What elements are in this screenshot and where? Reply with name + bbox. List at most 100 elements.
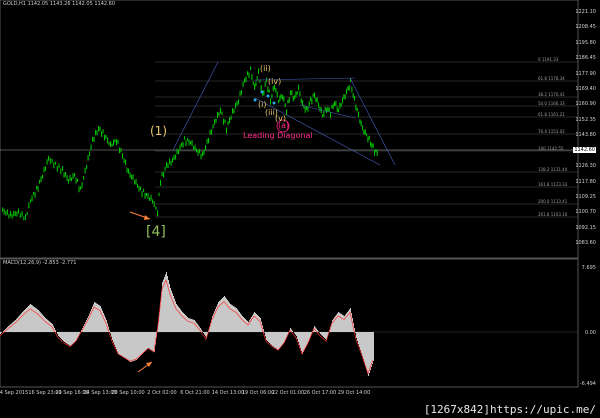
- macd-bar: [264, 332, 265, 333]
- candle: [181, 142, 183, 147]
- candle: [144, 192, 146, 199]
- macd-bar: [0, 332, 1, 334]
- macd-bar: [318, 331, 319, 332]
- macd-bar: [183, 313, 184, 332]
- candle: [230, 115, 232, 120]
- macd-bar: [118, 332, 119, 354]
- macd-bar: [257, 315, 258, 332]
- candle: [343, 94, 345, 99]
- macd-bar: [343, 315, 344, 332]
- candle: [279, 95, 281, 102]
- macd-bar: [114, 332, 115, 345]
- candle: [258, 68, 260, 74]
- candle: [164, 166, 166, 171]
- candle: [146, 192, 148, 197]
- candle: [247, 71, 249, 76]
- candle: [360, 120, 362, 127]
- macd-bar: [31, 304, 32, 332]
- macd-bar: [303, 332, 304, 352]
- candle: [34, 192, 36, 199]
- macd-bar: [128, 332, 129, 361]
- macd-bar: [132, 332, 133, 362]
- candle: [272, 86, 274, 92]
- macd-bar: [301, 332, 302, 351]
- macd-bar: [110, 332, 111, 334]
- candle: [191, 140, 193, 147]
- macd-bar: [50, 322, 51, 332]
- macd-bar: [304, 332, 305, 350]
- macd-bar: [38, 310, 39, 332]
- candle: [193, 145, 195, 150]
- macd-bar: [272, 332, 273, 346]
- macd-bar: [97, 304, 98, 332]
- candle: [197, 150, 199, 156]
- macd-bar: [371, 332, 372, 367]
- time-axis-label: 19 Oct 06:00: [241, 390, 275, 396]
- candle: [267, 86, 269, 93]
- macd-bar: [242, 316, 243, 332]
- candle: [218, 112, 220, 116]
- wave-label-1: (1): [150, 124, 167, 138]
- macd-bar: [274, 332, 275, 348]
- candle: [107, 137, 109, 144]
- candle: [299, 91, 301, 97]
- macd-bar: [138, 332, 139, 358]
- macd-bar: [268, 332, 269, 342]
- macd-bar: [321, 332, 322, 335]
- fib-level-label: 76.4 1153.02: [538, 129, 565, 134]
- candle: [65, 171, 67, 177]
- fib-level-label: 100 1142.55: [538, 146, 564, 151]
- macd-bar: [148, 332, 149, 348]
- macd-bar: [147, 332, 148, 349]
- macd-bar: [40, 312, 41, 332]
- candle: [330, 111, 332, 118]
- candle: [314, 92, 316, 99]
- macd-bar: [12, 322, 13, 332]
- candle: [287, 100, 289, 104]
- candle: [358, 111, 360, 118]
- wave-label-a: (a): [278, 121, 290, 130]
- macd-bar: [295, 332, 296, 335]
- macd-bar: [186, 316, 187, 332]
- macd-bar: [237, 309, 238, 332]
- macd-bar: [8, 326, 9, 332]
- macd-bar: [235, 307, 236, 332]
- macd-bar: [145, 332, 146, 351]
- candle: [71, 177, 73, 182]
- candle: [254, 84, 256, 90]
- current-price-tag: 1142.60: [573, 147, 596, 153]
- candle: [368, 135, 370, 141]
- candle: [252, 81, 254, 86]
- candle: [23, 216, 25, 221]
- macd-bar: [238, 310, 239, 332]
- macd-bar: [370, 332, 371, 370]
- macd-bar: [187, 317, 188, 332]
- macd-bar: [36, 308, 37, 332]
- candle: [326, 107, 328, 114]
- macd-bar: [351, 313, 352, 332]
- macd-bar: [322, 332, 323, 336]
- price-chart[interactable]: [0, 0, 600, 418]
- candle: [31, 195, 33, 202]
- candle: [13, 210, 15, 217]
- macd-bar: [184, 314, 185, 332]
- fib-retracement[interactable]: [155, 61, 578, 218]
- candle: [376, 150, 378, 157]
- candle: [319, 106, 321, 112]
- macd-bar: [124, 332, 125, 358]
- candle: [105, 134, 107, 139]
- time-axis-label: 22 Oct 01:00: [271, 390, 305, 396]
- macd-bar: [191, 319, 192, 332]
- candle: [178, 149, 180, 155]
- leading-diagonal-label: Leading Diagonal: [243, 131, 313, 140]
- candle: [98, 125, 100, 132]
- candle: [104, 134, 106, 141]
- macd-bar: [271, 332, 272, 345]
- candle: [30, 199, 32, 203]
- candle: [46, 159, 48, 165]
- candle: [8, 213, 10, 219]
- candle: [66, 175, 68, 181]
- macd-bar: [363, 332, 364, 360]
- candle: [37, 185, 39, 192]
- candle: [255, 81, 257, 87]
